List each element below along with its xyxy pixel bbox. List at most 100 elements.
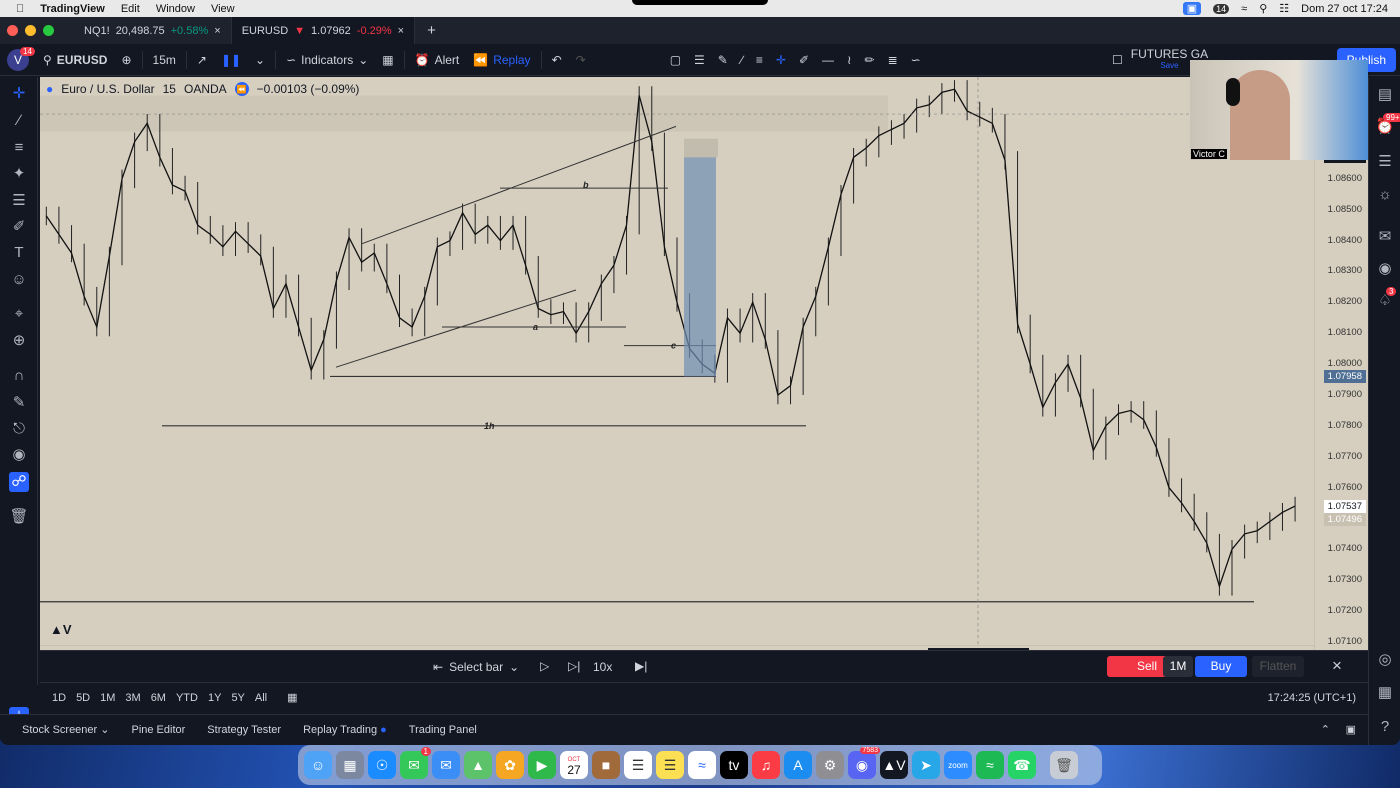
pattern-icon[interactable]: ✦ xyxy=(9,164,29,184)
magnet-icon[interactable]: ∩ xyxy=(9,366,29,386)
close-tab-icon[interactable]: × xyxy=(214,25,220,37)
fib-retracement-icon[interactable]: ≡ xyxy=(756,53,763,67)
calendar-app-icon[interactable]: OCT 27 xyxy=(560,751,588,779)
notes-icon[interactable]: ☰ xyxy=(656,751,684,779)
interval-button[interactable]: 15m xyxy=(146,44,183,76)
wifi-icon[interactable]: ≈ xyxy=(1241,3,1247,15)
finder-icon[interactable]: ☺ xyxy=(304,751,332,779)
range-3m[interactable]: 3M xyxy=(125,692,140,704)
goto-date-icon[interactable]: ▦ xyxy=(287,691,297,704)
search-icon[interactable]: ⚲ xyxy=(1259,2,1267,15)
brush-icon[interactable]: ✐ xyxy=(799,53,809,67)
menu-edit[interactable]: Edit xyxy=(121,3,140,15)
menu-app-name[interactable]: TradingView xyxy=(40,3,105,15)
zoom-window-button[interactable] xyxy=(43,25,54,36)
fib-channel-icon[interactable]: ≣ xyxy=(888,53,898,67)
path-tool-icon[interactable]: ≀ xyxy=(847,53,852,67)
new-tab-icon[interactable]: + xyxy=(427,22,436,39)
whatsapp-icon[interactable]: ☎ xyxy=(1008,751,1036,779)
mail-icon[interactable]: ✉ xyxy=(432,751,460,779)
apple-icon[interactable]:  xyxy=(16,3,24,15)
text-icon[interactable]: T xyxy=(9,243,29,263)
chat-icon[interactable]: ✉ xyxy=(1375,227,1395,247)
brush-icon[interactable]: ✐ xyxy=(9,217,29,237)
range-1d[interactable]: 1D xyxy=(52,692,66,704)
range-1m[interactable]: 1M xyxy=(100,692,115,704)
tab-strategy-tester[interactable]: Strategy Tester xyxy=(207,724,281,736)
replay-button[interactable]: ⏪ Replay xyxy=(466,44,537,76)
watchlist-icon[interactable]: ▤ xyxy=(1375,85,1395,105)
control-center-icon[interactable]: ☷ xyxy=(1279,2,1289,15)
play-icon[interactable]: ▷ xyxy=(540,659,549,673)
layers-icon[interactable]: ☰ xyxy=(1375,152,1395,172)
menubar-clock[interactable]: Dom 27 oct 17:24 xyxy=(1301,3,1388,15)
ideas-bulb-icon[interactable]: ☼ xyxy=(1375,185,1395,205)
tab-stock-screener[interactable]: Stock Screener ⌄ xyxy=(22,723,109,736)
curve-tool-icon[interactable]: ∽ xyxy=(911,53,921,67)
templates-button[interactable]: ▦ xyxy=(375,44,400,76)
chart-type-candles-button[interactable]: ❚❚ xyxy=(214,44,248,76)
emoji-icon[interactable]: ☺ xyxy=(9,270,29,290)
legend-title[interactable]: Euro / U.S. Dollar xyxy=(61,82,154,96)
reminders-icon[interactable]: ☰ xyxy=(624,751,652,779)
trend-line-icon[interactable]: ∕ xyxy=(9,111,29,131)
trash-icon[interactable]: 🗑 xyxy=(9,507,29,527)
chart-pane[interactable]: b a c 1h ● Euro / U.S. Dollar 15 OANDA ⏪ −0… xyxy=(40,77,1368,667)
target-icon[interactable]: ◎ xyxy=(1375,650,1395,670)
app-store-icon[interactable]: A xyxy=(784,751,812,779)
jump-to-realtime-icon[interactable]: ▶| xyxy=(635,659,647,673)
launchpad-icon[interactable]: ▦ xyxy=(336,751,364,779)
menu-window[interactable]: Window xyxy=(156,3,195,15)
chart-type-line-button[interactable]: ↗ xyxy=(190,44,214,76)
tab-nq1[interactable]: NQ1! 20,498.75 +0.58% × xyxy=(74,17,232,44)
system-settings-icon[interactable]: ⚙ xyxy=(816,751,844,779)
range-6m[interactable]: 6M xyxy=(151,692,166,704)
telegram-icon[interactable]: ➤ xyxy=(912,751,940,779)
screen-share-icon[interactable]: ▣ xyxy=(1182,2,1202,15)
messages-icon[interactable]: ✉ 1 xyxy=(400,747,431,779)
tab-pine-editor[interactable]: Pine Editor xyxy=(131,724,185,736)
safari-icon[interactable]: ☉ xyxy=(368,751,396,779)
collapse-panel-icon[interactable]: ⌃ xyxy=(1321,723,1330,736)
redo-button[interactable]: ↷ xyxy=(569,44,593,76)
facetime-icon[interactable]: ▶ xyxy=(528,751,556,779)
close-tab-icon[interactable]: × xyxy=(398,25,404,37)
price-chart-svg[interactable]: b a c 1h xyxy=(40,77,1314,645)
tab-replay-trading[interactable]: Replay Trading ● xyxy=(303,724,387,736)
music-icon[interactable]: ♫ xyxy=(752,751,780,779)
sync-link-icon[interactable]: ☍ xyxy=(9,472,29,492)
replay-speed[interactable]: 10x xyxy=(593,660,612,674)
indicators-button[interactable]: ∽ Indicators ⌄ xyxy=(279,44,375,76)
close-window-button[interactable] xyxy=(7,25,18,36)
range-ytd[interactable]: YTD xyxy=(176,692,198,704)
symbol-search[interactable]: ⚲ EURUSD xyxy=(36,44,114,76)
minimize-window-button[interactable] xyxy=(25,25,36,36)
close-replay-icon[interactable]: × xyxy=(1332,656,1342,676)
ruler-icon[interactable]: ⌖ xyxy=(9,304,29,324)
notes-folder-icon[interactable]: ■ xyxy=(592,751,620,779)
flatten-button[interactable]: Flatten xyxy=(1252,656,1304,677)
select-bar-button[interactable]: ⇤ Select bar ⌄ xyxy=(433,660,519,674)
apple-tv-icon[interactable]: tv xyxy=(720,751,748,779)
range-5y[interactable]: 5Y xyxy=(231,692,244,704)
user-avatar[interactable]: V 14 xyxy=(0,44,36,76)
crosshair-icon[interactable]: ✛ xyxy=(776,53,786,67)
projection-icon[interactable]: ☰ xyxy=(9,191,29,211)
calendar-icon[interactable]: ▦ xyxy=(1375,683,1395,703)
step-forward-icon[interactable]: ▷| xyxy=(568,659,580,673)
range-1y[interactable]: 1Y xyxy=(208,692,221,704)
maximize-panel-icon[interactable]: ▣ xyxy=(1346,723,1356,736)
range-all[interactable]: All xyxy=(255,692,267,704)
tab-trading-panel[interactable]: Trading Panel xyxy=(409,724,477,736)
price-scale[interactable]: 1.08600 1.08500 1.08400 1.08300 1.08200 1.081… xyxy=(1314,77,1368,667)
highlighter-icon[interactable]: ✏ xyxy=(865,53,875,67)
zoom-icon[interactable]: zoom xyxy=(944,751,972,779)
lock-icon[interactable]: ⎋ xyxy=(9,419,29,439)
tradingview-app-icon[interactable]: ▲V xyxy=(880,751,908,779)
rectangle-tool-icon[interactable]: ▢ xyxy=(670,53,681,67)
maps-icon[interactable]: ▲ xyxy=(464,751,492,779)
utc-clock[interactable]: 17:24:25 (UTC+1) xyxy=(1268,692,1356,704)
undo-button[interactable]: ↶ xyxy=(545,44,569,76)
replay-indicator-icon[interactable]: ⏪ xyxy=(234,82,249,96)
tab-eurusd[interactable]: EURUSD ▼ 1.07962 -0.29% × xyxy=(231,17,416,44)
